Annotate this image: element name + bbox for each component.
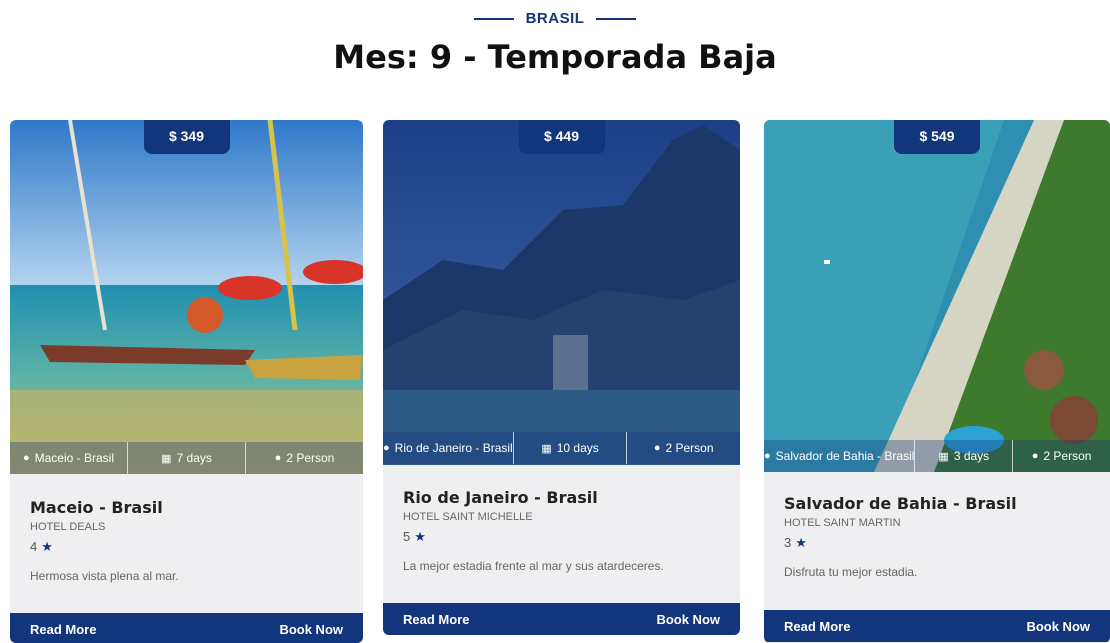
person-icon: ● xyxy=(274,452,282,464)
rating-value: 3 xyxy=(784,535,792,550)
calendar-icon: ▦ xyxy=(541,442,552,455)
card-description: Disfruta tu mejor estadia. xyxy=(784,565,918,579)
meta-location-text: Maceio - Brasil xyxy=(34,451,114,465)
price-badge: $ 349 xyxy=(143,120,230,154)
rating-value: 4 xyxy=(30,539,38,554)
map-pin-icon: ● xyxy=(22,452,30,464)
page-title: Mes: 9 - Temporada Baja xyxy=(333,38,777,76)
card-photo xyxy=(10,120,363,474)
meta-location: ● Rio de Janeiro - Brasil xyxy=(383,432,514,464)
trip-meta-bar: ● Salvador de Bahia - Brasil ▦ 3 days ● 2 P… xyxy=(764,440,1110,472)
rating: 4 ★ xyxy=(30,539,347,555)
star-icon: ★ xyxy=(414,529,426,544)
card-photo xyxy=(764,120,1110,472)
meta-duration-text: 7 days xyxy=(176,451,212,465)
package-card-rio: $ 449 ● Rio de Janeiro - Brasil ▦ 10 days … xyxy=(383,120,740,635)
book-now-button[interactable]: Book Now xyxy=(259,622,363,637)
card-description: La mejor estadia frente al mar y sus ata… xyxy=(403,559,664,573)
trip-meta-bar: ● Maceio - Brasil ▦ 7 days ● 2 Person xyxy=(10,442,363,474)
divider-line-left xyxy=(473,18,514,21)
card-title: Salvador de Bahia - Brasil xyxy=(784,494,1017,513)
rio-mountain-photo xyxy=(383,120,740,465)
meta-duration: ▦ 7 days xyxy=(128,442,246,474)
rating: 5 ★ xyxy=(403,529,724,545)
card-body: Rio de Janeiro - Brasil HOTEL SAINT MICH… xyxy=(403,488,724,573)
card-title: Rio de Janeiro - Brasil xyxy=(403,488,598,507)
read-more-button[interactable]: Read More xyxy=(383,612,489,627)
meta-persons-text: 2 Person xyxy=(286,451,335,465)
card-actions: Read More Book Now xyxy=(764,610,1110,642)
rating-value: 5 xyxy=(403,529,411,544)
book-now-button[interactable]: Book Now xyxy=(1006,619,1110,634)
rating: 3 ★ xyxy=(784,535,1094,551)
package-card-salvador: $ 549 ● Salvador de Bahia - Brasil ▦ 3 day… xyxy=(764,120,1110,643)
card-body: Salvador de Bahia - Brasil HOTEL SAINT M… xyxy=(784,494,1094,579)
meta-persons: ● 2 Person xyxy=(1013,440,1110,472)
section-subtitle: BRASIL xyxy=(0,10,1110,27)
section-subtitle-text: BRASIL xyxy=(525,10,585,27)
read-more-button[interactable]: Read More xyxy=(764,619,870,634)
meta-persons: ● 2 Person xyxy=(627,432,740,464)
card-actions: Read More Book Now xyxy=(383,603,740,635)
meta-location: ● Salvador de Bahia - Brasil xyxy=(764,440,916,472)
star-icon: ★ xyxy=(41,539,53,554)
meta-location: ● Maceio - Brasil xyxy=(10,442,128,474)
divider-line-right xyxy=(596,18,637,21)
card-title: Maceio - Brasil xyxy=(30,498,163,517)
hotel-name: HOTEL SAINT MARTIN xyxy=(784,517,901,529)
meta-persons-text: 2 Person xyxy=(665,441,714,455)
price-badge: $ 549 xyxy=(894,120,980,154)
card-body: Maceio - Brasil HOTEL DEALS 4 ★ Hermosa v… xyxy=(30,498,347,583)
beach-boats-photo xyxy=(10,120,363,474)
meta-duration: ▦ 10 days xyxy=(514,432,628,464)
meta-location-text: Salvador de Bahia - Brasil xyxy=(775,449,915,463)
coast-aerial-photo xyxy=(764,120,1110,472)
meta-location-text: Rio de Janeiro - Brasil xyxy=(394,441,513,455)
meta-duration-text: 3 days xyxy=(953,449,990,463)
read-more-button[interactable]: Read More xyxy=(10,622,116,637)
calendar-icon: ▦ xyxy=(161,452,172,465)
hotel-name: HOTEL DEALS xyxy=(30,521,106,533)
calendar-icon: ▦ xyxy=(938,450,949,463)
card-description: Hermosa vista plena al mar. xyxy=(30,569,179,583)
star-icon: ★ xyxy=(795,535,807,550)
meta-persons: ● 2 Person xyxy=(246,442,363,474)
package-card-maceio: $ 349 ● Maceio - Brasil ▦ 7 days ● 2 Person… xyxy=(10,120,363,643)
meta-persons-text: 2 Person xyxy=(1043,449,1092,463)
book-now-button[interactable]: Book Now xyxy=(636,612,740,627)
person-icon: ● xyxy=(653,442,661,454)
map-pin-icon: ● xyxy=(383,442,390,454)
card-photo xyxy=(383,120,740,465)
meta-duration-text: 10 days xyxy=(556,441,599,455)
hotel-name: HOTEL SAINT MICHELLE xyxy=(403,511,533,523)
person-icon: ● xyxy=(1031,450,1039,462)
map-pin-icon: ● xyxy=(764,450,771,462)
meta-duration: ▦ 3 days xyxy=(915,440,1014,472)
card-actions: Read More Book Now xyxy=(10,613,363,643)
trip-meta-bar: ● Rio de Janeiro - Brasil ▦ 10 days ● 2 Per… xyxy=(383,432,740,464)
price-badge: $ 449 xyxy=(518,120,605,154)
